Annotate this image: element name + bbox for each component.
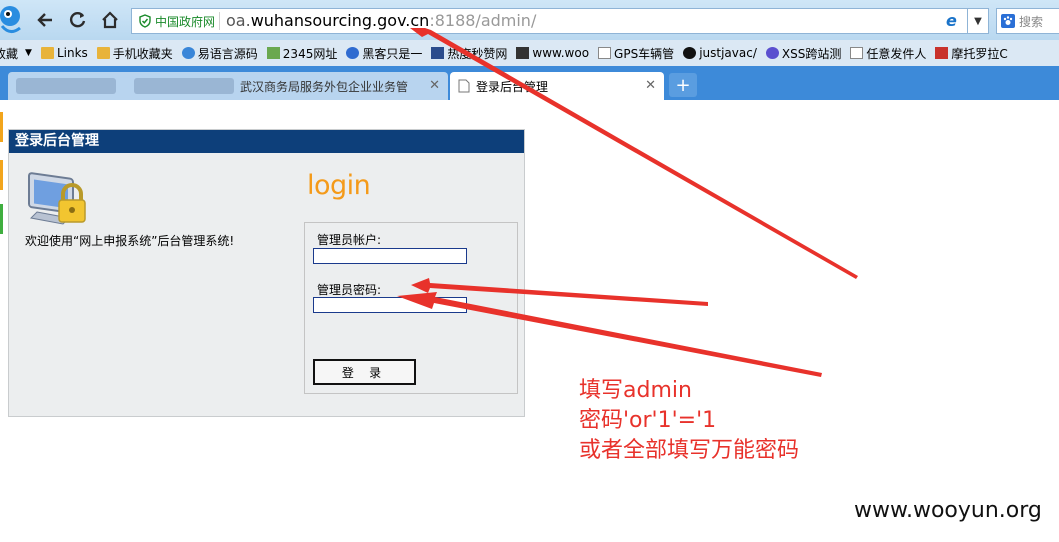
navigation-bar: 中国政府网 oa.wuhansourcing.gov.cn:8188/admin…	[0, 0, 1059, 40]
watermark-text: www.wooyun.org	[854, 498, 1042, 523]
favorites-label: Links	[56, 46, 88, 60]
sidebar-marker	[0, 160, 3, 190]
refresh-icon	[69, 11, 86, 28]
folder-icon	[96, 47, 110, 59]
favorites-label: 手机收藏夹	[112, 46, 173, 61]
favorites-item[interactable]: GPS车辆管	[598, 45, 674, 62]
admin-login-panel: 登录后台管理 欢迎使用“网上申报系统”后台管理系统! login 管理员帐户: …	[8, 129, 525, 417]
address-dropdown-button[interactable]: ▼	[967, 8, 989, 34]
username-label: 管理员帐户:	[317, 233, 382, 247]
favorites-item[interactable]: 黑客只是一	[346, 45, 422, 62]
folder-icon	[40, 47, 54, 59]
paw-search-icon	[1001, 14, 1015, 28]
favorites-item[interactable]: www.woo	[516, 46, 589, 60]
tab-bar: 武汉商务局服务外包企业业务管 ✕ 登录后台管理 ✕ +	[0, 66, 1059, 100]
favorites-label: 热度秒赞网	[447, 46, 508, 61]
favorites-label: 收藏	[0, 46, 19, 61]
favorites-item[interactable]: 手机收藏夹	[96, 45, 173, 62]
url-path: :8188/admin/	[429, 11, 537, 30]
tab-label: 登录后台管理	[476, 79, 549, 94]
favorites-label: www.woo	[532, 46, 590, 60]
password-input[interactable]	[313, 297, 467, 313]
page-icon	[458, 79, 470, 93]
shield-check-icon	[139, 14, 151, 28]
favorites-label: XSS跨站测	[781, 46, 842, 61]
login-heading: login	[307, 170, 371, 201]
browser-logo-icon[interactable]	[0, 2, 26, 38]
site-icon	[346, 47, 360, 59]
home-icon	[102, 11, 118, 29]
favorites-label: 易语言源码	[197, 46, 258, 61]
favorites-label: 黑客只是一	[362, 46, 423, 61]
url-text[interactable]: oa.wuhansourcing.gov.cn:8188/admin/	[226, 11, 536, 30]
address-bar[interactable]: 中国政府网 oa.wuhansourcing.gov.cn:8188/admin…	[131, 8, 989, 34]
favorites-item[interactable]: 2345网址	[266, 45, 338, 62]
favorites-item[interactable]: 热度秒赞网	[431, 45, 507, 62]
caret-down-icon: ▼	[25, 48, 32, 58]
annotation-line: 填写admin	[579, 378, 692, 403]
site-icon	[431, 47, 445, 59]
page-icon	[850, 47, 864, 59]
blurred-text	[134, 78, 234, 94]
site-icon	[765, 47, 779, 59]
url-prefix: oa.	[226, 11, 251, 30]
favorites-item[interactable]: Links	[40, 46, 88, 60]
back-button[interactable]	[34, 8, 58, 32]
favorites-item[interactable]: 摩托罗拉C	[935, 45, 1008, 62]
annotation-line: 密码'or'1'='1	[579, 408, 717, 433]
sidebar-marker	[0, 112, 3, 142]
login-form: 管理员帐户: 管理员密码: 登 录	[304, 222, 518, 394]
favorites-label: GPS车辆管	[614, 46, 675, 61]
favorites-label: justjavac/	[699, 46, 757, 60]
close-icon[interactable]: ✕	[645, 78, 656, 93]
browser-window: 中国政府网 oa.wuhansourcing.gov.cn:8188/admin…	[0, 0, 1059, 542]
annotation-text: 填写admin 密码'or'1'='1 或者全部填写万能密码	[579, 376, 799, 466]
favorites-label: 2345网址	[282, 46, 338, 61]
panel-title: 登录后台管理	[9, 130, 524, 153]
chevron-down-icon: ▼	[974, 15, 982, 27]
site-icon	[935, 47, 949, 59]
annotation-line: 或者全部填写万能密码	[579, 438, 800, 463]
page-icon	[598, 47, 612, 59]
favorites-item[interactable]: 收藏 ▼	[0, 45, 32, 62]
ie-compat-icon[interactable]: e	[946, 13, 962, 29]
computer-lock-icon	[28, 172, 86, 225]
site-icon	[266, 47, 280, 59]
tab-label: 武汉商务局服务外包企业业务管	[240, 79, 409, 94]
certificate-label: 中国政府网	[155, 14, 216, 29]
login-button[interactable]: 登 录	[313, 359, 416, 385]
home-button[interactable]	[98, 8, 122, 32]
favorites-item[interactable]: XSS跨站测	[765, 45, 842, 62]
favorites-bar: 收藏 ▼ Links 手机收藏夹 易语言源码 2345网址 黑客只是一 热度秒赞网…	[0, 40, 1059, 66]
refresh-button[interactable]	[66, 8, 90, 32]
site-icon	[516, 47, 530, 59]
back-arrow-icon	[37, 13, 52, 27]
sidebar-marker	[0, 204, 3, 234]
welcome-text: 欢迎使用“网上申报系统”后台管理系统!	[25, 234, 235, 248]
username-input[interactable]	[313, 248, 467, 264]
search-placeholder: 搜索	[1019, 14, 1044, 29]
favorites-item[interactable]: justjavac/	[683, 46, 757, 60]
new-tab-button[interactable]: +	[669, 73, 697, 97]
favorites-label: 摩托罗拉C	[951, 46, 1008, 61]
blurred-text	[16, 78, 116, 94]
password-label: 管理员密码:	[317, 283, 382, 297]
tab-admin-login[interactable]: 登录后台管理 ✕	[450, 72, 664, 100]
site-icon	[181, 47, 195, 59]
tab-wuhan-commerce[interactable]: 武汉商务局服务外包企业业务管 ✕	[8, 72, 448, 100]
github-icon	[683, 47, 697, 59]
certificate-badge[interactable]: 中国政府网	[136, 12, 221, 30]
search-box[interactable]: 搜索	[996, 8, 1059, 34]
url-host: wuhansourcing.gov.cn	[250, 11, 430, 30]
favorites-label: 任意发件人	[866, 46, 927, 61]
favorites-item[interactable]: 任意发件人	[850, 45, 926, 62]
plus-icon: +	[675, 74, 691, 96]
favorites-item[interactable]: 易语言源码	[181, 45, 258, 62]
close-icon[interactable]: ✕	[429, 78, 440, 93]
